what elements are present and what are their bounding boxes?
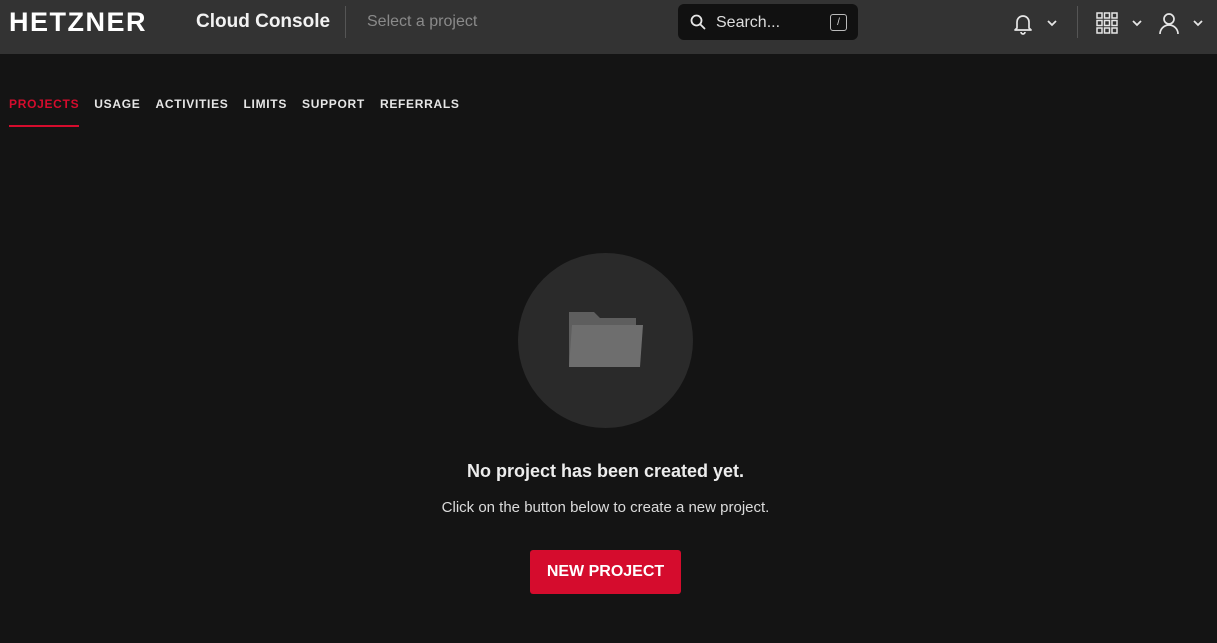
- chevron-down-icon: [1193, 20, 1203, 27]
- search-icon: [690, 14, 706, 30]
- user-icon: [1159, 13, 1179, 35]
- tab-usage[interactable]: USAGE: [94, 96, 140, 127]
- tab-activities[interactable]: ACTIVITIES: [155, 96, 228, 127]
- apps-grid-icon: [1096, 12, 1118, 34]
- chevron-down-icon: [1047, 20, 1057, 27]
- notifications-button[interactable]: [1011, 10, 1057, 36]
- empty-state-title: No project has been created yet.: [466, 461, 745, 481]
- search-shortcut-key: /: [830, 14, 847, 31]
- tab-limits[interactable]: LIMITS: [244, 96, 288, 127]
- chevron-down-icon: [1132, 20, 1142, 27]
- top-navigation-bar: HETZNER Cloud Console Select a project S…: [0, 0, 1217, 54]
- search-input[interactable]: Search...: [716, 14, 780, 32]
- svg-text:HETZNER: HETZNER: [9, 10, 147, 33]
- app-title: Cloud Console: [196, 11, 331, 32]
- tab-bar: PROJECTS USAGE ACTIVITIES LIMITS SUPPORT…: [9, 96, 475, 128]
- empty-state-illustration: [518, 253, 693, 428]
- bell-icon: [1014, 15, 1032, 35]
- hetzner-logo[interactable]: HETZNER: [9, 10, 180, 33]
- header-divider: [1077, 6, 1078, 38]
- folder-icon: [569, 312, 643, 367]
- tab-referrals[interactable]: REFERRALS: [380, 96, 460, 127]
- search-box[interactable]: Search... /: [678, 4, 858, 40]
- new-project-button[interactable]: NEW PROJECT: [530, 550, 681, 594]
- empty-state-description: Click on the button below to create a ne…: [441, 499, 770, 516]
- user-menu-button[interactable]: [1157, 10, 1203, 36]
- apps-menu-button[interactable]: [1096, 10, 1142, 36]
- header-divider: [345, 6, 346, 38]
- project-selector[interactable]: Select a project: [367, 13, 477, 31]
- tab-support[interactable]: SUPPORT: [302, 96, 365, 127]
- tab-projects[interactable]: PROJECTS: [9, 96, 80, 127]
